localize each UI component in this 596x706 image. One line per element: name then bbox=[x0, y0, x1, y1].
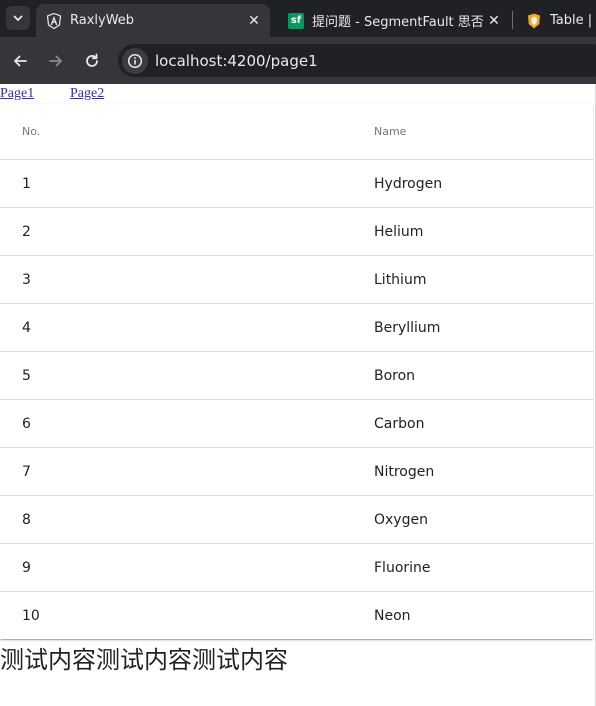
info-icon bbox=[127, 53, 143, 69]
cell-no: 7 bbox=[22, 464, 31, 480]
table-row: 6 Carbon bbox=[0, 400, 593, 448]
back-button[interactable] bbox=[8, 49, 32, 73]
cell-name: Helium bbox=[374, 224, 424, 240]
cell-name: Neon bbox=[374, 608, 411, 624]
table-row: 8 Oxygen bbox=[0, 496, 593, 544]
nav-link-page2[interactable]: Page2 bbox=[70, 86, 104, 102]
address-bar[interactable]: localhost:4200/page1 bbox=[118, 44, 596, 77]
segmentfault-logo-icon: sf bbox=[288, 12, 304, 29]
table-row: 9 Fluorine bbox=[0, 544, 593, 592]
page-content: Page1 Page2 No. Name 1 Hydrogen 2 Helium… bbox=[0, 84, 596, 706]
tab-table[interactable]: Table | A bbox=[516, 4, 596, 37]
site-info-button[interactable] bbox=[122, 48, 148, 74]
forward-button[interactable] bbox=[44, 49, 68, 73]
cell-name: Beryllium bbox=[374, 320, 441, 336]
cell-no: 9 bbox=[22, 560, 31, 576]
table-row: 10 Neon bbox=[0, 592, 593, 639]
tab-search-button[interactable] bbox=[6, 6, 30, 30]
reload-icon bbox=[86, 53, 98, 67]
arrow-right-icon bbox=[49, 55, 62, 67]
cell-name: Lithium bbox=[374, 272, 427, 288]
cell-name: Boron bbox=[374, 368, 416, 384]
shield-logo-icon bbox=[526, 13, 542, 29]
column-header-no[interactable]: No. bbox=[22, 125, 40, 138]
cell-no: 4 bbox=[22, 320, 31, 336]
cell-no: 6 bbox=[22, 416, 31, 432]
cell-name: Carbon bbox=[374, 416, 425, 432]
chevron-down-icon bbox=[13, 15, 23, 21]
close-icon[interactable]: ✕ bbox=[486, 12, 502, 29]
reload-button[interactable] bbox=[80, 49, 104, 73]
tab-title: Table | A bbox=[550, 13, 596, 28]
cell-no: 2 bbox=[22, 224, 31, 240]
browser-tab-strip: RaxlyWeb ✕ sf 提问题 - SegmentFault 思否 ✕ Ta… bbox=[0, 0, 596, 37]
angular-logo-icon bbox=[46, 12, 62, 29]
cell-name: Hydrogen bbox=[374, 176, 443, 192]
elements-table: No. Name 1 Hydrogen 2 Helium 3 Lithium 4… bbox=[0, 104, 593, 639]
cell-no: 10 bbox=[22, 608, 40, 624]
tab-raxlyweb[interactable]: RaxlyWeb ✕ bbox=[36, 4, 270, 37]
arrow-left-icon bbox=[14, 55, 27, 67]
cell-name: Nitrogen bbox=[374, 464, 435, 480]
tab-title: RaxlyWeb bbox=[70, 13, 135, 28]
cell-no: 3 bbox=[22, 272, 31, 288]
url-text[interactable]: localhost:4200/page1 bbox=[155, 52, 318, 70]
tab-segmentfault[interactable]: sf 提问题 - SegmentFault 思否 ✕ bbox=[278, 4, 510, 37]
tab-divider bbox=[512, 11, 513, 29]
table-row: 3 Lithium bbox=[0, 256, 593, 304]
nav-link-page1[interactable]: Page1 bbox=[0, 86, 34, 102]
segmentfault-logo-text: sf bbox=[290, 15, 302, 26]
cell-no: 1 bbox=[22, 176, 31, 192]
table-row: 5 Boron bbox=[0, 352, 593, 400]
cell-no: 5 bbox=[22, 368, 31, 384]
table-row: 2 Helium bbox=[0, 208, 593, 256]
cell-name: Fluorine bbox=[374, 560, 431, 576]
close-icon[interactable]: ✕ bbox=[246, 12, 262, 29]
table-row: 1 Hydrogen bbox=[0, 160, 593, 208]
table-row: 4 Beryllium bbox=[0, 304, 593, 352]
cell-no: 8 bbox=[22, 512, 31, 528]
test-content-text: 测试内容测试内容测试内容 bbox=[0, 646, 288, 674]
column-header-name[interactable]: Name bbox=[374, 125, 406, 138]
table-row: 7 Nitrogen bbox=[0, 448, 593, 496]
cell-name: Oxygen bbox=[374, 512, 428, 528]
table-header-row: No. Name bbox=[0, 104, 593, 160]
tab-title: 提问题 - SegmentFault 思否 bbox=[312, 15, 484, 30]
browser-toolbar: localhost:4200/page1 bbox=[0, 37, 596, 84]
